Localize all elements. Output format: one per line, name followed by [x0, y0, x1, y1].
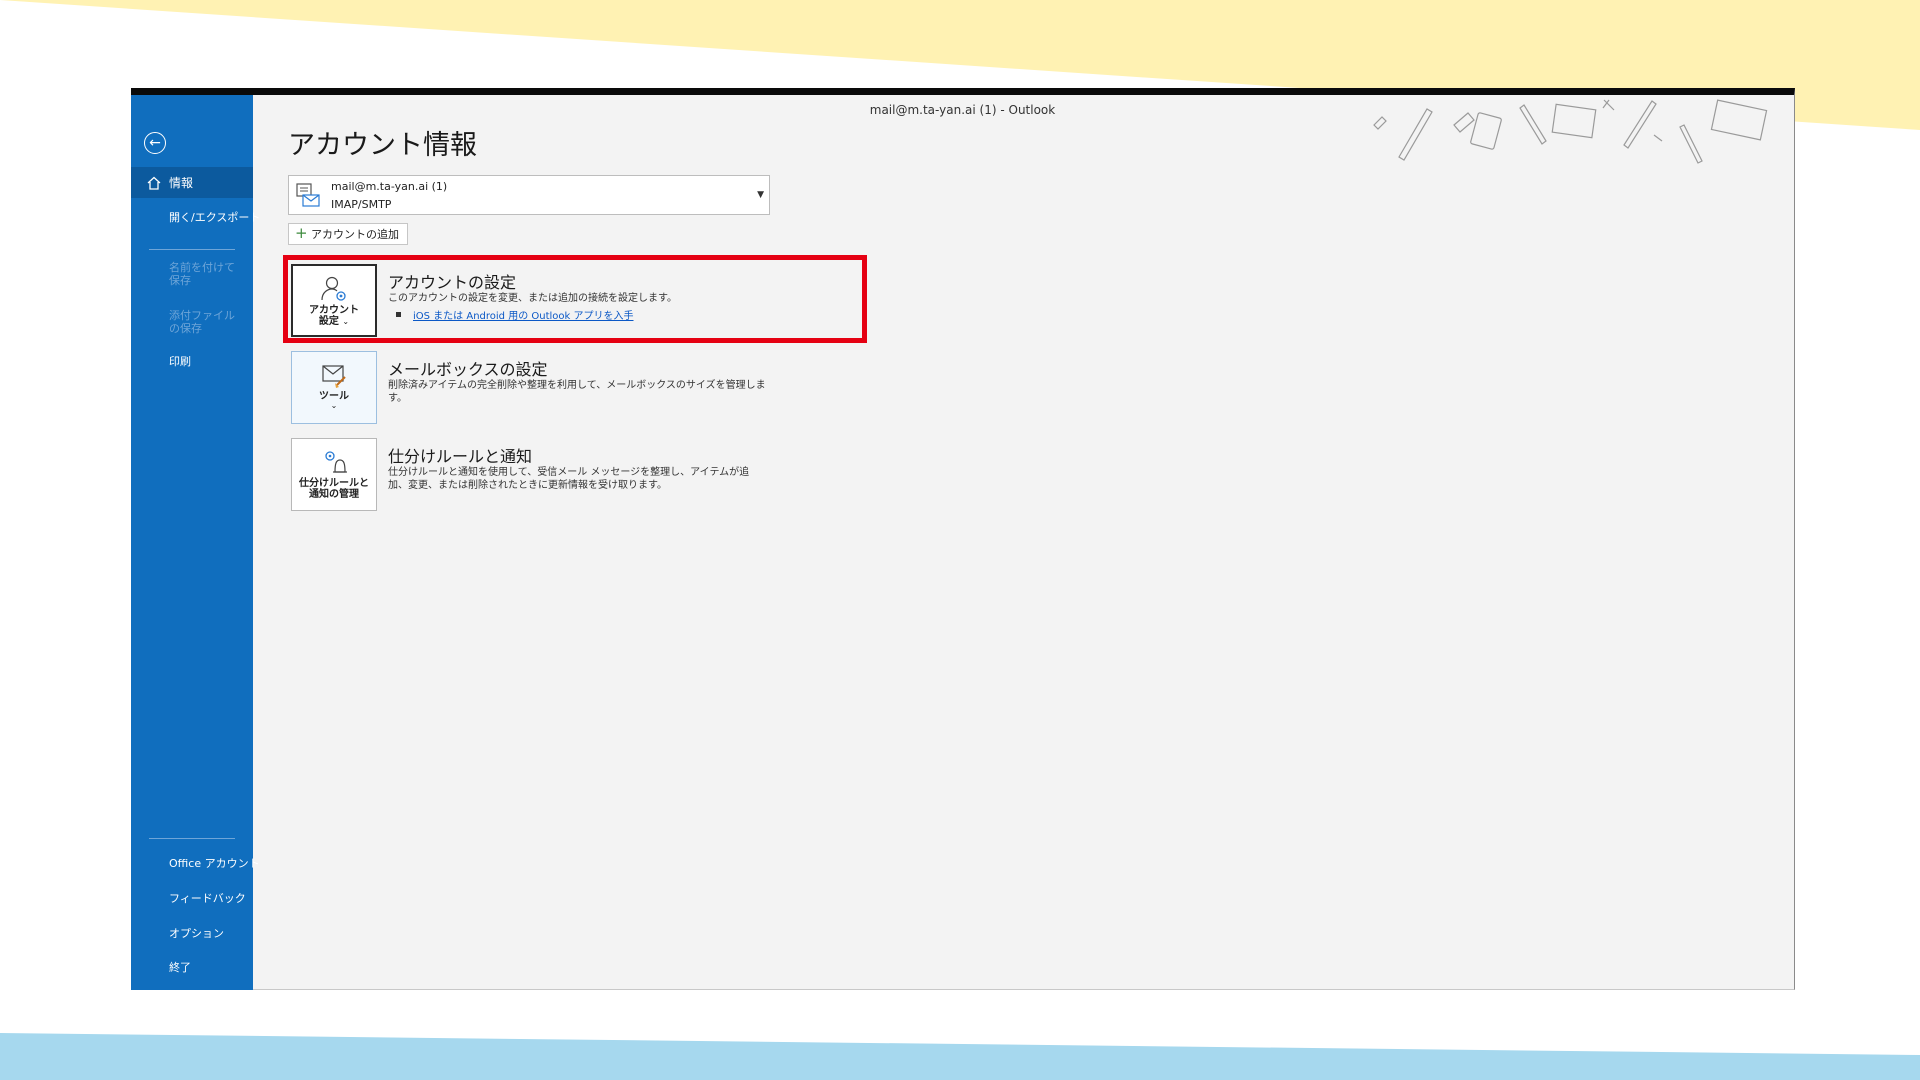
account-settings-button-label: アカウント	[309, 305, 359, 316]
background-blue-band	[0, 1033, 1920, 1080]
arrow-left-icon: ←	[149, 135, 161, 151]
back-arrow-button[interactable]: ←	[144, 132, 166, 154]
account-settings-title: アカウントの設定	[388, 273, 517, 292]
rules-alerts-description: 仕分けルールと通知を使用して、受信メール メッセージを整理し、アイテムが追加、変…	[388, 467, 750, 491]
sidebar-item-print[interactable]: 印刷	[169, 353, 191, 369]
user-gear-icon	[321, 276, 346, 301]
mailbox-tools-button[interactable]: ツール ⌄	[291, 351, 377, 424]
add-account-label: アカウントの追加	[311, 228, 399, 241]
add-account-button[interactable]: + アカウントの追加	[288, 223, 408, 245]
account-info-pane: アカウント情報 mail@m.ta-yan.ai (1) IMAP/SMTP ▼…	[253, 95, 1794, 989]
mailbox-settings-description: 削除済みアイテムの完全削除や整理を利用して、メールボックスのサイズを管理します。	[388, 380, 766, 404]
sidebar-item-open-export[interactable]: 開く/エクスポート	[169, 209, 260, 225]
mailbox-cleanup-icon	[322, 365, 346, 388]
get-outlook-mobile-link[interactable]: iOS または Android 用の Outlook アプリを入手	[413, 307, 634, 322]
chevron-down-icon: ▼	[757, 190, 764, 200]
home-icon	[147, 176, 161, 190]
sidebar-item-label: 情報	[169, 176, 194, 190]
mailbox-settings-title: メールボックスの設定	[388, 360, 548, 379]
sidebar-divider	[149, 249, 235, 250]
bullet-icon	[396, 312, 401, 317]
page-title: アカウント情報	[288, 130, 477, 161]
rules-bell-icon	[325, 451, 347, 473]
sidebar-item-exit[interactable]: 終了	[169, 959, 191, 975]
sidebar-item-office-account[interactable]: Office アカウント	[169, 855, 260, 871]
plus-icon: +	[295, 224, 308, 242]
rules-button-label-2: 通知の管理	[309, 489, 359, 500]
account-settings-button-label-2: 設定 ⌄	[318, 316, 350, 327]
rules-alerts-title: 仕分けルールと通知	[388, 447, 533, 466]
backstage-sidebar: ← 情報 開く/エクスポート 名前を付けて保存 添付ファイルの保存 印刷 Off…	[131, 95, 260, 990]
sidebar-divider	[149, 838, 235, 839]
manage-rules-alerts-button[interactable]: 仕分けルールと 通知の管理	[291, 438, 377, 511]
chevron-down-icon: ⌄	[342, 317, 350, 326]
chevron-down-icon: ⌄	[330, 401, 338, 410]
rules-button-label: 仕分けルールと	[299, 478, 369, 489]
sidebar-item-feedback[interactable]: フィードバック	[169, 890, 246, 906]
mail-account-icon	[296, 183, 320, 207]
outlook-window: mail@m.ta-yan.ai (1) - Outlook ← 情報 開く/エ…	[131, 88, 1795, 990]
sidebar-item-save-as: 名前を付けて保存	[169, 261, 235, 287]
sidebar-item-options[interactable]: オプション	[169, 925, 224, 941]
sidebar-item-info[interactable]: 情報	[131, 167, 253, 198]
account-type: IMAP/SMTP	[331, 198, 392, 211]
account-email: mail@m.ta-yan.ai (1)	[331, 180, 448, 193]
account-dropdown[interactable]: mail@m.ta-yan.ai (1) IMAP/SMTP ▼	[288, 175, 770, 215]
account-settings-button[interactable]: アカウント 設定 ⌄	[291, 264, 377, 337]
sidebar-item-save-attachments: 添付ファイルの保存	[169, 309, 235, 335]
account-settings-description: このアカウントの設定を変更、または追加の接続を設定します。	[388, 293, 677, 304]
